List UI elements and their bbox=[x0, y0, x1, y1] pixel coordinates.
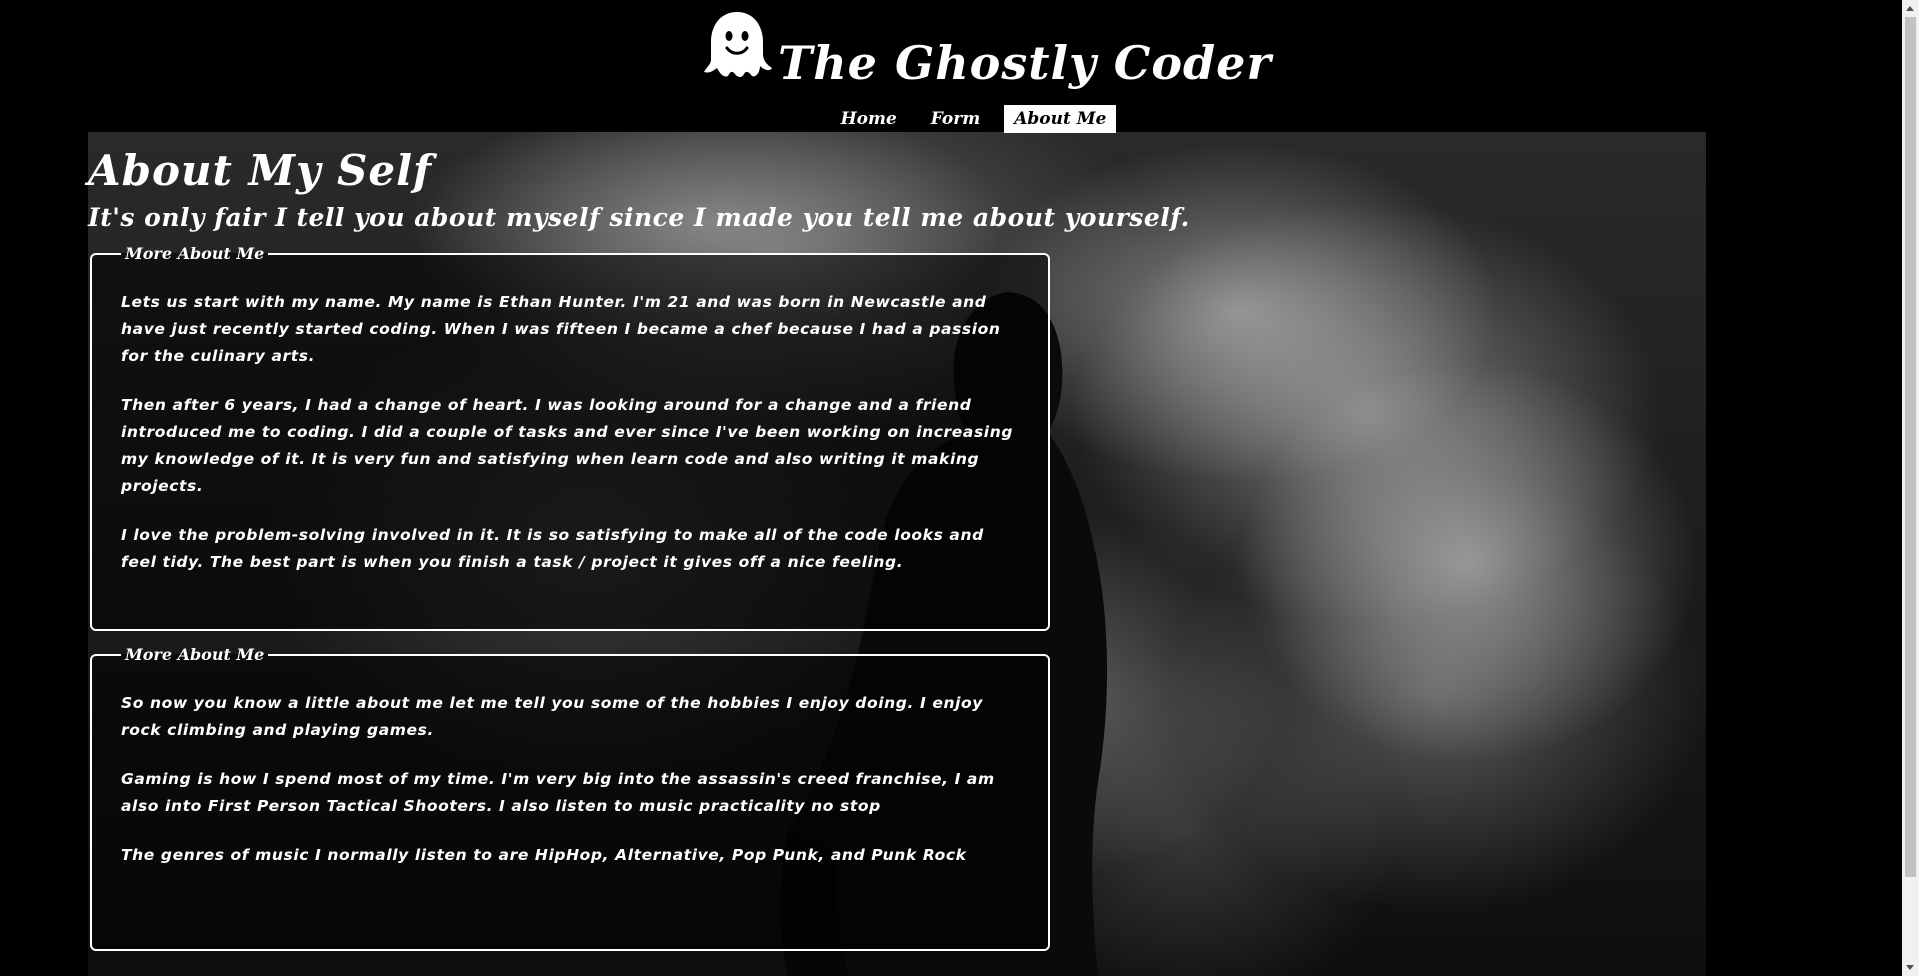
scroll-down-icon[interactable] bbox=[1906, 965, 1914, 970]
ghost-icon bbox=[704, 12, 772, 77]
about-section-1: More About Me Lets us start with my name… bbox=[90, 244, 1050, 631]
main-nav: Home Form About Me bbox=[0, 105, 1902, 133]
site-header: The Ghostly Coder Home Form About Me bbox=[0, 0, 1902, 133]
scrollbar-thumb[interactable] bbox=[1905, 17, 1916, 877]
brand[interactable]: The Ghostly Coder bbox=[700, 8, 1272, 90]
section-legend: More About Me bbox=[125, 645, 265, 664]
nav-home[interactable]: Home bbox=[831, 105, 907, 133]
section-legend: More About Me bbox=[125, 244, 265, 263]
about-section-2: More About Me So now you know a little a… bbox=[90, 645, 1050, 951]
nav-about-me[interactable]: About Me bbox=[1004, 105, 1117, 133]
paragraph: So now you know a little about me let me… bbox=[121, 694, 983, 739]
vertical-scrollbar[interactable] bbox=[1902, 0, 1919, 976]
page-subtitle: It's only fair I tell you about myself s… bbox=[88, 203, 1190, 232]
nav-form[interactable]: Form bbox=[921, 105, 990, 133]
paragraph: The genres of music I normally listen to… bbox=[121, 846, 967, 864]
paragraph: Lets us start with my name. My name is E… bbox=[121, 293, 1001, 365]
paragraph: Then after 6 years, I had a change of he… bbox=[121, 396, 1014, 495]
scroll-up-icon[interactable] bbox=[1906, 6, 1914, 11]
page: The Ghostly Coder Home Form About Me Abo… bbox=[0, 0, 1919, 976]
paragraph: Gaming is how I spend most of my time. I… bbox=[121, 770, 995, 815]
paragraph: I love the problem-solving involved in i… bbox=[121, 526, 984, 571]
site-title: The Ghostly Coder bbox=[778, 36, 1272, 90]
page-title: About My Self bbox=[88, 146, 433, 195]
main-content: About My Self It's only fair I tell you … bbox=[88, 132, 1388, 951]
